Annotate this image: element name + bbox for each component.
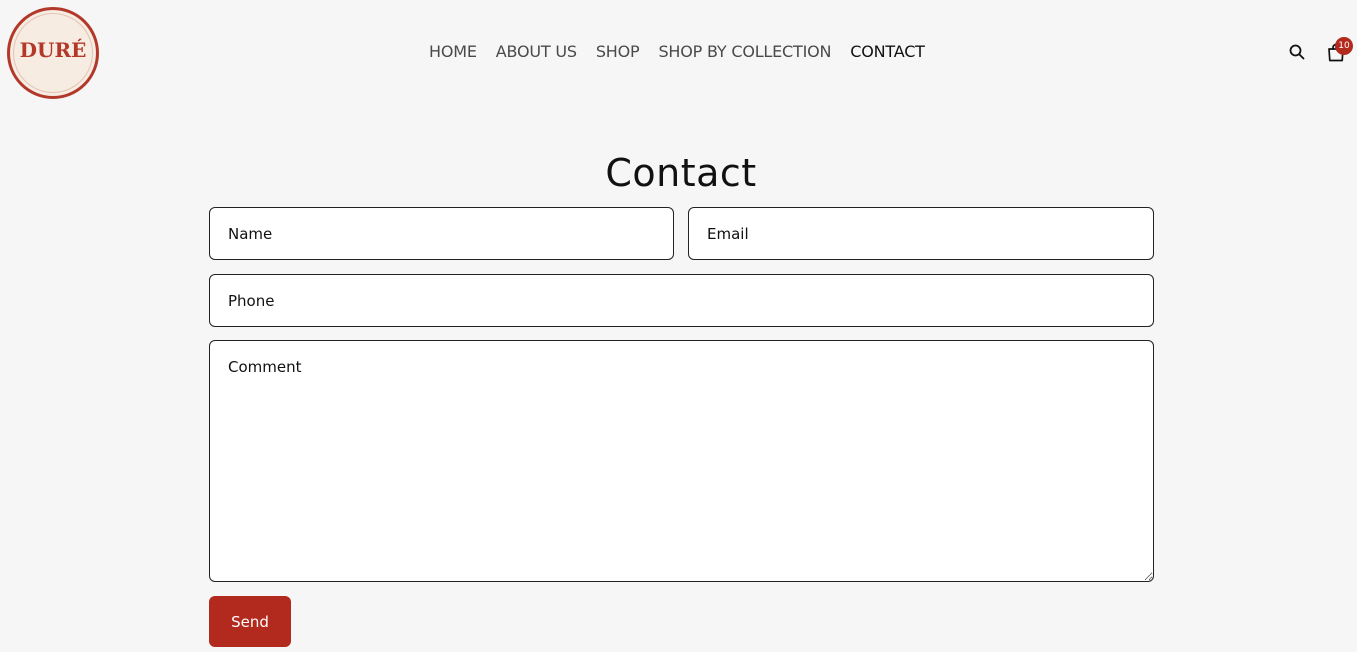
phone-field[interactable] [209, 274, 1154, 327]
name-field[interactable] [209, 207, 674, 260]
comment-field[interactable] [209, 340, 1154, 582]
nav-item-contact[interactable]: CONTACT [850, 41, 925, 63]
brand-logo-text: DURÉ [19, 38, 87, 62]
header-icons: 10 [1287, 37, 1353, 64]
search-icon[interactable] [1287, 40, 1307, 64]
send-button[interactable]: Send [209, 596, 291, 647]
cart-button[interactable]: 10 [1325, 37, 1353, 63]
nav-item-shop-by-collection[interactable]: SHOP BY COLLECTION [658, 41, 831, 63]
page-title: Contact [605, 151, 757, 195]
nav-item-shop[interactable]: SHOP [596, 41, 640, 63]
nav-item-about-us[interactable]: ABOUT US [496, 41, 577, 63]
brand-logo[interactable]: DURÉ [7, 7, 99, 99]
site-header: DURÉ HOME ABOUT US SHOP SHOP BY COLLECTI… [0, 0, 1357, 110]
cart-count-badge: 10 [1335, 37, 1353, 55]
nav-item-home[interactable]: HOME [429, 41, 477, 63]
email-field[interactable] [688, 207, 1154, 260]
main-nav: HOME ABOUT US SHOP SHOP BY COLLECTION CO… [429, 41, 944, 63]
